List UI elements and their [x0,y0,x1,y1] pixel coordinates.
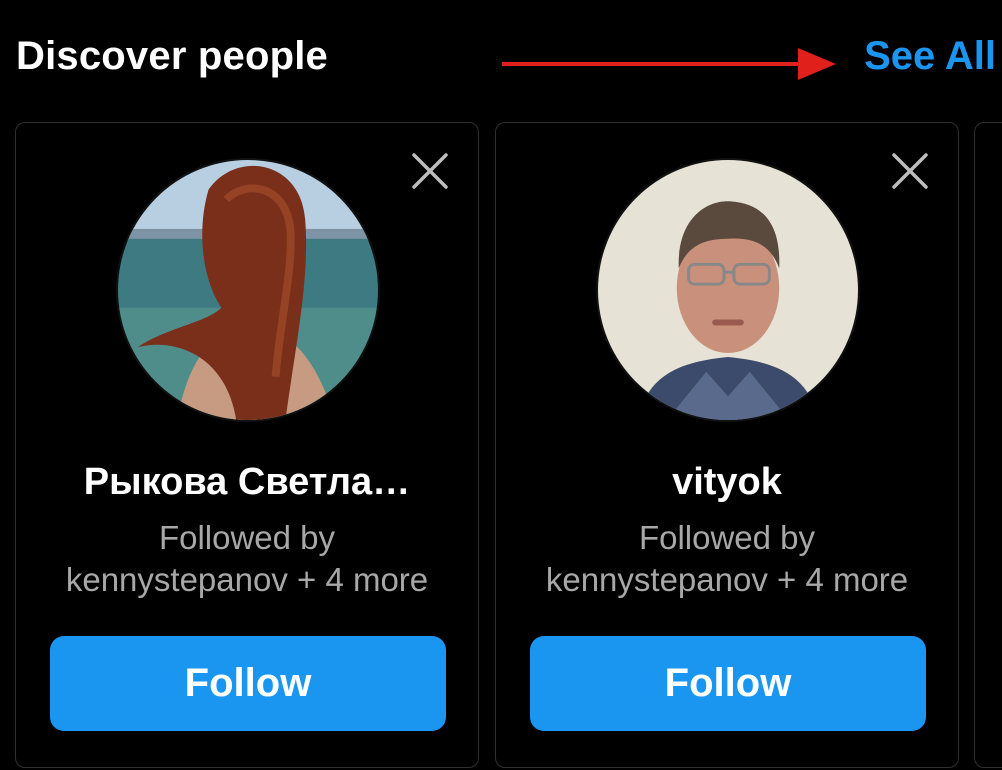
suggestion-card: Рыкова Светла… Followed by kennystepanov… [15,122,479,768]
followed-by-text: Followed by [158,519,336,556]
avatar[interactable] [596,158,860,422]
followed-by-users: kennystepanov + 4 more [545,561,909,598]
followed-by-text: Followed by [638,519,816,556]
annotation-arrow-head [798,48,836,80]
suggestion-card-partial[interactable] [974,122,1002,768]
see-all-link[interactable]: See All [864,34,996,79]
follow-button[interactable]: Follow [50,636,446,731]
section-title: Discover people [16,34,329,78]
close-icon[interactable] [410,151,450,191]
avatar[interactable] [116,158,380,422]
close-icon[interactable] [890,151,930,191]
suggestion-card: vityok Followed by kennystepanov + 4 mor… [495,122,959,768]
suggestion-name[interactable]: vityok [516,461,938,504]
followed-by-users: kennystepanov + 4 more [65,561,429,598]
follow-button[interactable]: Follow [530,636,926,731]
suggestion-name[interactable]: Рыкова Светла… [36,461,458,504]
annotation-arrow [502,48,836,80]
